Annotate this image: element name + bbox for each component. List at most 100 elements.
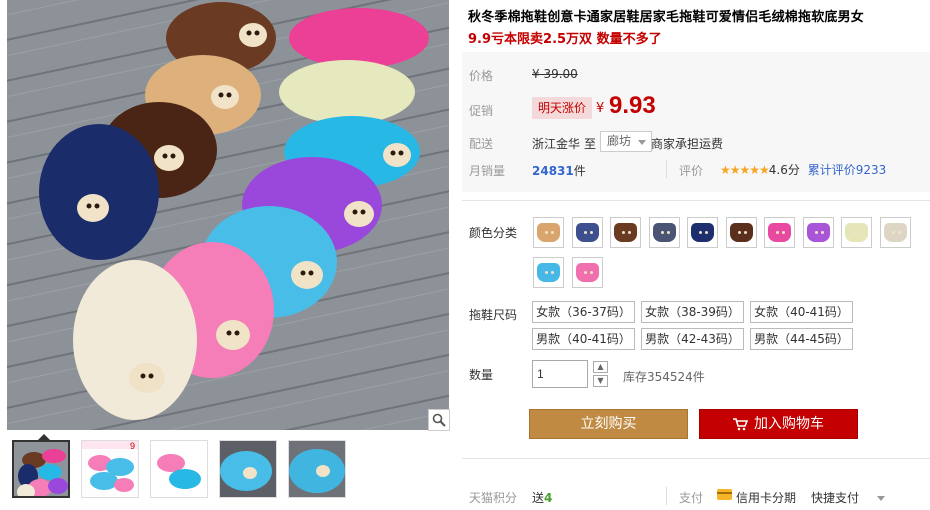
bear-eye (776, 231, 779, 234)
sales-count: 24831 (532, 164, 574, 178)
color-swatch[interactable] (687, 217, 718, 248)
chevron-down-icon (876, 496, 885, 501)
promo-label: 促销 (469, 104, 494, 118)
color-swatch[interactable] (725, 217, 757, 248)
section-divider (462, 458, 930, 459)
bear-eye (589, 271, 593, 274)
thumb-image (14, 442, 68, 496)
review-count-link[interactable]: 累计评价9233 (808, 163, 887, 177)
rating-group[interactable]: ★★★★★4.6分 累计评价9233 (720, 161, 886, 178)
buy-now-button[interactable]: 立刻购买 (529, 409, 688, 439)
size-option[interactable]: 女款（36-37码） (532, 301, 635, 323)
current-price: 9.93 (609, 92, 656, 119)
monthly-sales-value: 24831件 (532, 162, 586, 179)
thumbnail-3[interactable] (150, 440, 208, 498)
points-prefix: 送 (532, 491, 545, 505)
bear-eye (814, 231, 818, 234)
bear-eye (583, 231, 587, 234)
slipper-sky-blue-icon (537, 263, 560, 282)
quantity-increase-button[interactable]: ▲ (593, 361, 608, 373)
slipper-cream-icon (845, 223, 868, 242)
bear-eye (891, 231, 895, 234)
bear-eye (628, 231, 631, 234)
ship-from: 浙江金华 (532, 137, 581, 151)
quantity-input[interactable] (532, 360, 588, 388)
color-swatch[interactable] (571, 257, 603, 288)
bear-eye (622, 231, 625, 234)
main-product-image[interactable] (7, 0, 449, 430)
thumbnail-2[interactable]: 9 (81, 440, 139, 498)
color-swatch[interactable] (533, 217, 564, 248)
rating-label: 评价 (679, 164, 704, 178)
slipper-brown-icon (614, 223, 637, 242)
color-swatch[interactable] (841, 217, 872, 248)
bear-eye (820, 231, 824, 234)
size-option[interactable]: 女款（38-39码） (641, 301, 744, 323)
price-label: 价格 (469, 69, 494, 83)
slipper-rose-icon (575, 263, 599, 282)
thumbnail-5[interactable] (288, 440, 346, 498)
add-to-cart-button[interactable]: 加入购物车 (699, 409, 858, 439)
ship-to-word: 至 (584, 137, 597, 151)
shipping-label: 配送 (469, 137, 494, 151)
product-subtitle: 9.9亏本限卖2.5万双 数量不多了 (468, 32, 662, 47)
destination-value: 廊坊 (607, 134, 632, 148)
credit-card-icon (717, 489, 732, 500)
bear-eye (660, 231, 664, 234)
color-swatch[interactable] (802, 217, 834, 248)
points-label: 天猫积分 (469, 491, 518, 505)
original-price: ¥ 39.00 (532, 67, 578, 81)
chevron-down-icon (638, 140, 647, 145)
color-swatch[interactable] (610, 217, 641, 248)
promo-badge: 明天涨价 (532, 97, 593, 119)
slipper-purple-icon (806, 223, 830, 242)
slipper-tan-icon (537, 223, 560, 242)
bear-eye (589, 231, 593, 234)
color-swatch[interactable] (764, 217, 795, 248)
rating-stars-icon: ★★★★★ (720, 163, 770, 177)
divider (666, 160, 667, 178)
slipper-slate-icon (652, 223, 676, 242)
quick-pay-select[interactable]: 快捷支付 (811, 489, 885, 506)
color-swatch[interactable] (571, 217, 603, 248)
slipper-navy-icon (575, 223, 599, 242)
quantity-decrease-button[interactable]: ▼ (593, 375, 608, 387)
slipper-dark-blue-icon (691, 223, 714, 242)
color-swatch[interactable] (879, 217, 911, 248)
color-swatch[interactable] (648, 217, 680, 248)
destination-select[interactable]: 廊坊 (600, 131, 653, 152)
sales-unit: 件 (573, 164, 586, 178)
thumb-badge: 9 (130, 441, 135, 451)
section-divider (462, 200, 930, 201)
bear-eye (583, 271, 587, 274)
stock-count: 库存354524件 (623, 370, 705, 384)
slipper-chocolate-icon (729, 223, 753, 242)
thumbnail-strip: 9 (12, 440, 346, 498)
thumb-image (289, 441, 345, 497)
size-option[interactable]: 男款（42-43码） (641, 328, 744, 350)
bear-eye (705, 231, 708, 234)
bear-eye (545, 271, 548, 274)
bear-eye (551, 271, 554, 274)
zoom-button[interactable] (428, 409, 450, 431)
bear-eye (897, 231, 901, 234)
credit-installment-link[interactable]: 信用卡分期 (736, 489, 796, 506)
thumb-image: 9 (82, 441, 138, 497)
size-option[interactable]: 男款（40-41码） (532, 328, 635, 350)
bear-eye (743, 231, 747, 234)
currency-symbol: ¥ (596, 101, 605, 116)
size-option[interactable]: 女款（40-41码） (750, 301, 853, 323)
quantity-label: 数量 (469, 368, 494, 382)
slipper-pink-icon (768, 223, 791, 242)
bear-eye (782, 231, 785, 234)
color-swatch[interactable] (533, 257, 564, 288)
size-option[interactable]: 男款（44-45码） (750, 328, 853, 350)
thumbnail-4[interactable] (219, 440, 277, 498)
product-title: 秋冬季棉拖鞋创意卡通家居鞋居家毛拖鞋可爱情侣毛绒棉拖软底男女 (468, 10, 865, 25)
color-label: 颜色分类 (469, 226, 518, 240)
thumbnail-1[interactable] (12, 440, 70, 498)
divider (666, 487, 667, 505)
slippers-photo (7, 0, 449, 430)
points-number: 4 (544, 491, 553, 505)
bear-eye (699, 231, 702, 234)
